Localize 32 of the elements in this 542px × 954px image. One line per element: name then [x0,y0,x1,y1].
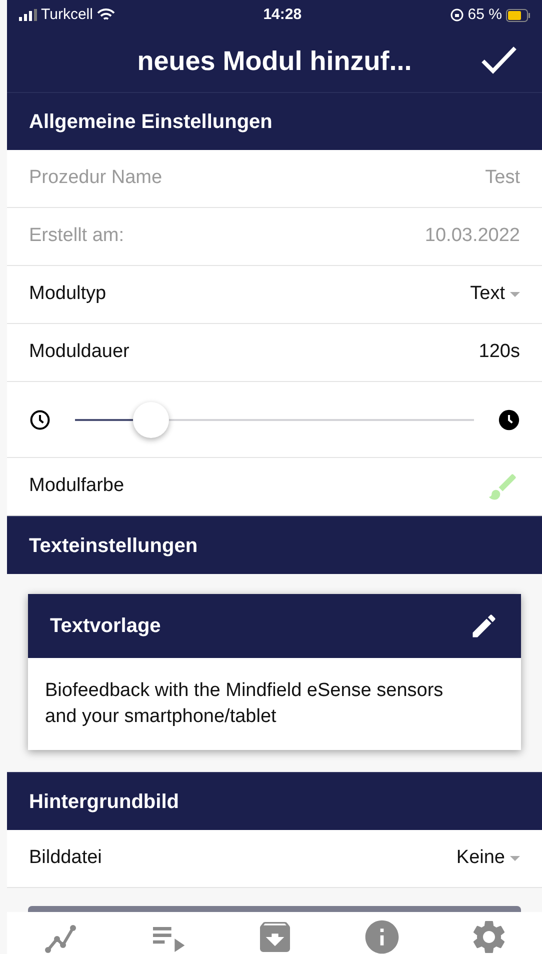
dropdown[interactable]: Text [470,280,520,309]
battery-icon [506,8,530,22]
row-label: Moduldauer [29,340,130,364]
checkmark-icon [480,44,518,76]
row-value: Test [485,166,520,190]
caret-icon [510,292,520,297]
section-header: Texteinstellungen [7,516,542,574]
wifi-icon [96,8,115,22]
battery-percent: 65 % [468,4,502,25]
row-label: Prozedur Name [29,166,162,190]
clock-filled-icon [498,408,520,430]
card-title: Textvorlage [50,614,161,639]
row-label: Modulfarbe [29,474,124,498]
dropdown[interactable]: Keine [456,844,520,873]
row-value[interactable]: 120s [478,338,520,367]
page-title: neues Modul hinzuf... [137,44,412,78]
section-header: Hintergrundbild [7,772,542,830]
card-text: Biofeedback with the Mindfield eSense sensors and your smartphone/tablet [44,679,444,729]
duration-slider[interactable] [75,402,474,438]
row-label: Erstellt am: [29,224,124,248]
section-header: Allgemeine Einstellungen [7,92,542,150]
slider-thumb[interactable] [132,402,169,438]
row-label: Bilddatei [29,846,102,870]
caret-icon [510,856,520,861]
clock-icon [29,408,51,430]
signal-icon [19,9,37,21]
rotation-lock-icon [450,8,464,22]
row-label: Modultyp [29,282,106,306]
row-value: 10.03.2022 [424,224,520,248]
confirm-button[interactable] [480,44,518,76]
carrier-name: Turkcell [41,4,93,25]
clock-time: 14:28 [263,4,302,25]
